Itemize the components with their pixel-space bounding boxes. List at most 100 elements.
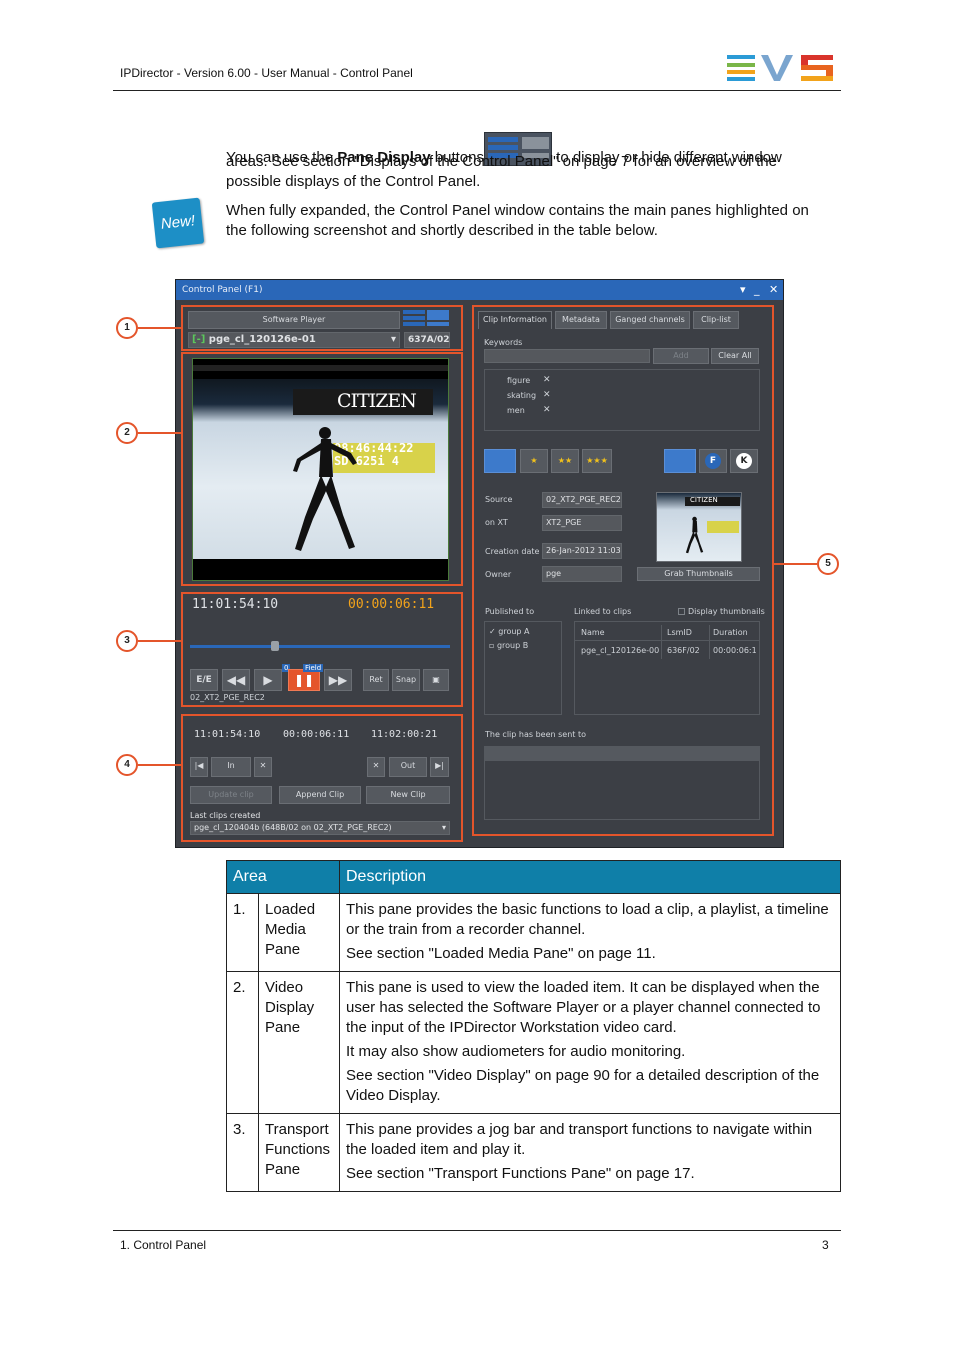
protect-none-button[interactable] (664, 449, 696, 473)
evs-logo (727, 55, 833, 81)
on-xt-label: on XT (485, 518, 508, 527)
jog-bar-handle[interactable] (271, 641, 279, 651)
video-overlay-brand: CITIZEN (337, 390, 417, 412)
linked-row-duration: 00:00:06:1 (713, 646, 757, 655)
callout-4-line (138, 764, 182, 766)
table-row: 2. Video Display Pane This pane is used to… (226, 971, 841, 1114)
callout-2: 2 (116, 422, 138, 444)
group-a-checkbox[interactable]: ✓ group A (489, 627, 530, 636)
loaded-clip-select[interactable]: [-] pge_cl_120126e-01 ▾ (188, 332, 400, 348)
source-field: 02_XT2_PGE_REC2 (542, 492, 622, 508)
row-area: Transport Functions Pane (258, 1113, 340, 1192)
play-icon[interactable]: ▶ (254, 669, 282, 691)
last-clips-select[interactable]: pge_cl_120404b (648B/02 on 02_XT2_PGE_RE… (190, 821, 450, 835)
ee-button[interactable]: E/E (190, 669, 218, 691)
keyword-item: skating (507, 391, 537, 400)
chevron-down-icon: ▾ (441, 823, 446, 832)
close-icon[interactable]: ✕ (769, 280, 778, 300)
new-clip-button[interactable]: New Clip (366, 786, 450, 804)
row-description: This pane provides the basic functions t… (339, 893, 841, 972)
dropdown-arrow-icon[interactable]: ▾ (740, 280, 746, 300)
rating-3-star-button[interactable]: ★★★ (582, 449, 612, 473)
go-to-out-icon[interactable]: ▶| (430, 757, 449, 777)
tab-clip-information[interactable]: Clip Information (478, 311, 552, 329)
linked-to-clips-label: Linked to clips (574, 607, 632, 616)
video-display: CITIZEN 08:46:44:22 SD 625i 4 (192, 358, 449, 581)
f-button[interactable]: F (699, 449, 727, 473)
areas-table: Area Description 1. Loaded Media Pane This… (226, 860, 841, 1192)
row-description: This pane is used to view the loaded ite… (339, 971, 841, 1114)
last-clips-label: Last clips created (190, 811, 261, 820)
callout-5-line (773, 563, 817, 565)
group-b-checkbox[interactable]: ▫ group B (489, 641, 528, 650)
pause-icon[interactable]: ❚❚ (288, 669, 320, 691)
clear-all-button[interactable]: Clear All (711, 348, 759, 364)
add-keyword-button[interactable]: Add (653, 348, 709, 364)
field-label: Field (303, 664, 324, 672)
return-button[interactable]: Ret (363, 669, 389, 691)
note-line-1: When fully expanded, the Control Panel w… (226, 202, 809, 219)
mark-out-button[interactable]: Out (389, 757, 427, 777)
remove-keyword-icon[interactable]: ✕ (543, 405, 551, 415)
display-thumbnails-checkbox[interactable]: Display thumbnails (678, 607, 765, 616)
keyword-item: figure (507, 376, 531, 385)
linked-header-lsmid: LsmID (667, 628, 692, 637)
rating-1-star-button[interactable]: ★ (520, 449, 548, 473)
duration-timecode: 00:00:06:11 (283, 729, 350, 740)
keywords-label: Keywords (484, 338, 523, 347)
on-xt-field: XT2_PGE (542, 515, 622, 531)
thumbnail-skater (685, 516, 704, 554)
loaded-clip-id: 637A/02 (404, 332, 450, 348)
append-clip-button[interactable]: Append Clip (279, 786, 361, 804)
row-area: Loaded Media Pane (258, 893, 340, 972)
chevron-down-icon: ▾ (390, 334, 396, 345)
keyword-input[interactable] (484, 349, 650, 363)
row-description: This pane provides a jog bar and transpo… (339, 1113, 841, 1192)
update-clip-button[interactable]: Update clip (190, 786, 272, 804)
k-button[interactable]: K (730, 449, 758, 473)
mark-in-button[interactable]: In (211, 757, 251, 777)
note-line-2: the following screenshot and shortly des… (226, 222, 658, 239)
software-player-button[interactable]: Software Player (188, 311, 400, 329)
snap-button[interactable]: Snap (392, 669, 420, 691)
rating-none-button[interactable] (484, 449, 516, 473)
page-number: 3 (822, 1238, 829, 1252)
jog-bar[interactable] (190, 645, 450, 648)
creation-date-label: Creation date (485, 547, 540, 556)
rewind-icon[interactable]: ◀◀ (222, 669, 250, 691)
row-area: Video Display Pane (258, 971, 340, 1114)
callout-2-line (138, 432, 182, 434)
remove-keyword-icon[interactable]: ✕ (543, 390, 551, 400)
sent-to-list (484, 746, 760, 820)
table-row: 1. Loaded Media Pane This pane provides th… (226, 893, 841, 972)
pane-display-toggle-icon[interactable] (403, 310, 449, 328)
in-timecode: 11:01:54:10 (194, 729, 261, 740)
camera-icon[interactable]: ▣ (423, 669, 449, 691)
footer-rule (113, 1230, 841, 1231)
grab-thumbnails-button[interactable]: Grab Thumbnails (637, 567, 760, 581)
rating-2-star-button[interactable]: ★★ (551, 449, 579, 473)
clip-tabs: Clip Information Metadata Ganged channel… (478, 311, 768, 329)
go-to-in-icon[interactable]: |◀ (190, 757, 208, 777)
table-header-area: Area (226, 860, 340, 894)
published-to-label: Published to (485, 607, 535, 616)
fast-forward-icon[interactable]: ▶▶ (324, 669, 352, 691)
callout-3-line (138, 640, 182, 642)
remove-keyword-icon[interactable]: ✕ (543, 375, 551, 385)
clear-out-icon[interactable]: ✕ (367, 757, 385, 777)
creation-date-field: 26-Jan-2012 11:03:1 (542, 543, 622, 559)
tab-ganged-channels[interactable]: Ganged channels (610, 311, 690, 329)
clear-in-icon[interactable]: ✕ (254, 757, 272, 777)
intro-line-2: areas. See section "Displays of the Cont… (226, 153, 777, 170)
remaining-timecode: 00:00:06:11 (348, 597, 435, 612)
owner-label: Owner (485, 570, 512, 579)
current-timecode: 11:01:54:10 (192, 597, 279, 612)
clip-thumbnail: CITIZEN (656, 492, 742, 562)
tab-clip-list[interactable]: Clip-list (693, 311, 739, 329)
linked-clips-table: Name LsmID Duration pge_cl_120126e-00 63… (574, 621, 760, 715)
minimize-icon[interactable]: _ (754, 280, 760, 300)
footer-section: 1. Control Panel (120, 1238, 207, 1252)
table-row: 3. Transport Functions Pane This pane prov… (226, 1113, 841, 1192)
tab-metadata[interactable]: Metadata (555, 311, 607, 329)
sent-to-label: The clip has been sent to (485, 730, 586, 739)
